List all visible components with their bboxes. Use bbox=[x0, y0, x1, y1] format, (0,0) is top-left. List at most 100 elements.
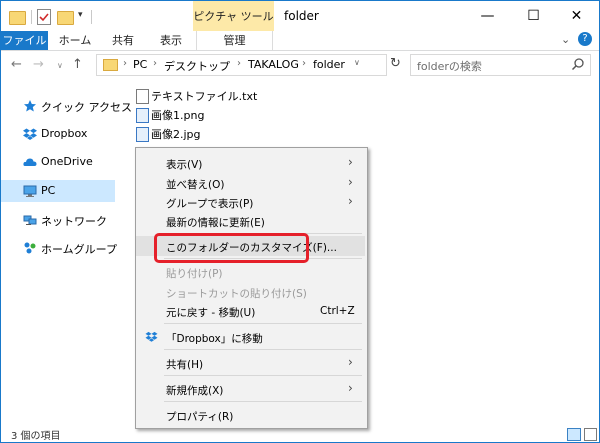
network-icon bbox=[23, 215, 37, 225]
search-icon[interactable] bbox=[571, 57, 585, 71]
chevron-right-icon: › bbox=[348, 194, 353, 208]
menu-item-label: 「Dropbox」に移動 bbox=[166, 333, 263, 345]
tab-home[interactable]: ホーム bbox=[53, 31, 97, 50]
forward-arrow-icon[interactable]: → bbox=[33, 57, 44, 73]
sidebar-item-label: OneDrive bbox=[41, 155, 93, 168]
back-arrow-icon[interactable]: ← bbox=[11, 57, 22, 73]
cloud-icon bbox=[23, 158, 37, 166]
chevron-right-icon: › bbox=[348, 175, 353, 189]
address-dropdown-icon[interactable]: ∨ bbox=[354, 58, 360, 67]
quick-access-separator bbox=[31, 10, 32, 24]
large-icons-view-icon[interactable] bbox=[584, 428, 597, 441]
search-box[interactable]: folderの検索 bbox=[410, 54, 591, 76]
menu-item-label: 共有(H) bbox=[166, 359, 204, 371]
up-arrow-icon[interactable]: ↑ bbox=[72, 57, 83, 73]
dropbox-icon bbox=[23, 128, 37, 140]
tab-view[interactable]: 表示 bbox=[149, 31, 193, 50]
menu-item-refresh[interactable]: 最新の情報に更新(E) bbox=[136, 211, 365, 231]
sidebar-item-homegroup[interactable]: ホームグループ bbox=[1, 237, 117, 259]
menu-separator bbox=[164, 401, 362, 402]
picture-tools-context-tab: ピクチャ ツール bbox=[193, 1, 274, 33]
window-title: folder bbox=[284, 9, 319, 23]
breadcrumb-separator[interactable]: › bbox=[153, 58, 157, 69]
menu-item-label: 最新の情報に更新(E) bbox=[166, 217, 265, 229]
navigation-pane: クイック アクセス Dropbox OneDrive PC ネットワーク ホーム… bbox=[1, 81, 132, 426]
star-icon bbox=[24, 100, 36, 112]
recent-locations-dropdown-icon[interactable]: ∨ bbox=[57, 61, 63, 77]
folder-icon bbox=[103, 59, 118, 71]
details-view-icon[interactable] bbox=[567, 428, 581, 441]
expand-ribbon-icon[interactable]: ⌄ bbox=[561, 33, 570, 46]
menu-item-paste: 貼り付け(P) bbox=[136, 262, 365, 282]
breadcrumb-desktop[interactable]: デスクトップ bbox=[164, 58, 230, 74]
tab-file[interactable]: ファイル bbox=[1, 31, 48, 50]
tab-share[interactable]: 共有 bbox=[101, 31, 145, 50]
sidebar-item-dropbox[interactable]: Dropbox bbox=[1, 123, 115, 145]
ribbon-divider bbox=[1, 50, 599, 51]
sidebar-item-label: ネットワーク bbox=[41, 215, 107, 228]
menu-item-view[interactable]: 表示(V) › bbox=[136, 153, 365, 173]
menu-item-paste-shortcut: ショートカットの貼り付け(S) bbox=[136, 282, 365, 302]
menu-item-shortcut: Ctrl+Z bbox=[320, 305, 355, 317]
menu-item-label: 元に戻す - 移動(U) bbox=[166, 307, 256, 319]
chevron-right-icon: › bbox=[348, 381, 353, 395]
menu-item-move-to-dropbox[interactable]: 「Dropbox」に移動 bbox=[136, 327, 365, 347]
file-name: 画像1.png bbox=[151, 109, 205, 122]
sidebar-item-network[interactable]: ネットワーク bbox=[1, 209, 115, 231]
explorer-window: ▾ ピクチャ ツール folder — ☐ ✕ ファイル ホーム 共有 表示 管… bbox=[0, 0, 600, 443]
maximize-button[interactable]: ☐ bbox=[511, 1, 556, 31]
menu-item-group-by[interactable]: グループで表示(P) › bbox=[136, 192, 365, 212]
customize-quick-access-icon[interactable]: ▾ bbox=[78, 10, 83, 26]
menu-item-label: グループで表示(P) bbox=[166, 198, 254, 210]
sidebar-item-label: クイック アクセス bbox=[41, 101, 132, 114]
sidebar-item-label: Dropbox bbox=[41, 127, 88, 140]
breadcrumb-separator[interactable]: › bbox=[123, 58, 127, 69]
menu-item-share[interactable]: 共有(H) › bbox=[136, 353, 365, 373]
menu-item-undo-move[interactable]: 元に戻す - 移動(U) Ctrl+Z bbox=[136, 301, 365, 321]
dropbox-icon bbox=[145, 331, 158, 342]
menu-item-sort[interactable]: 並べ替え(O) › bbox=[136, 173, 365, 193]
address-bar[interactable]: › PC › デスクトップ › TAKALOG › folder bbox=[96, 54, 387, 76]
chevron-right-icon: › bbox=[348, 155, 353, 169]
status-bar: 3 個の項目 bbox=[1, 426, 599, 442]
breadcrumb-separator[interactable]: › bbox=[302, 58, 306, 69]
sidebar-item-pc[interactable]: PC bbox=[1, 180, 115, 202]
highlight-annotation-box bbox=[154, 233, 309, 263]
title-bar: ▾ ピクチャ ツール folder — ☐ ✕ bbox=[1, 1, 599, 33]
new-folder-icon[interactable] bbox=[57, 11, 74, 25]
breadcrumb-separator[interactable]: › bbox=[237, 58, 241, 69]
menu-item-new[interactable]: 新規作成(X) › bbox=[136, 379, 365, 399]
close-button[interactable]: ✕ bbox=[554, 1, 599, 31]
image-file-icon bbox=[136, 127, 149, 142]
menu-separator bbox=[164, 375, 362, 376]
refresh-icon[interactable]: ↻ bbox=[390, 56, 401, 71]
help-icon[interactable]: ? bbox=[578, 32, 592, 46]
breadcrumb-pc[interactable]: PC bbox=[133, 58, 147, 71]
chevron-right-icon: › bbox=[348, 355, 353, 369]
properties-icon[interactable] bbox=[37, 9, 51, 25]
sidebar-item-label: PC bbox=[41, 184, 56, 197]
breadcrumb-folder[interactable]: folder bbox=[313, 58, 345, 71]
search-placeholder: folderの検索 bbox=[417, 60, 482, 73]
quick-access-separator bbox=[91, 10, 92, 24]
sidebar-item-quick-access[interactable]: クイック アクセス bbox=[1, 95, 132, 117]
image-file-icon bbox=[136, 108, 149, 123]
folder-icon[interactable] bbox=[9, 11, 26, 25]
item-count: 3 個の項目 bbox=[11, 431, 61, 442]
menu-separator bbox=[164, 323, 362, 324]
tab-manage[interactable]: 管理 bbox=[196, 31, 273, 50]
text-file-icon bbox=[136, 89, 149, 104]
homegroup-icon bbox=[24, 242, 36, 254]
picture-tools-label: ピクチャ ツール bbox=[193, 10, 274, 23]
menu-item-properties[interactable]: プロパティ(R) bbox=[136, 405, 365, 425]
sidebar-item-onedrive[interactable]: OneDrive bbox=[1, 151, 115, 173]
menu-item-label: 貼り付け(P) bbox=[166, 268, 223, 280]
minimize-button[interactable]: — bbox=[465, 1, 510, 31]
menu-item-label: ショートカットの貼り付け(S) bbox=[166, 288, 307, 300]
ribbon-tabs: ファイル ホーム 共有 表示 管理 ⌄ ? bbox=[1, 31, 599, 50]
context-menu: 表示(V) › 並べ替え(O) › グループで表示(P) › 最新の情報に更新(… bbox=[135, 147, 368, 429]
menu-item-label: 並べ替え(O) bbox=[166, 179, 225, 191]
maximize-icon: ☐ bbox=[527, 8, 540, 24]
menu-item-label: プロパティ(R) bbox=[166, 411, 234, 423]
breadcrumb-takalog[interactable]: TAKALOG bbox=[248, 58, 299, 71]
